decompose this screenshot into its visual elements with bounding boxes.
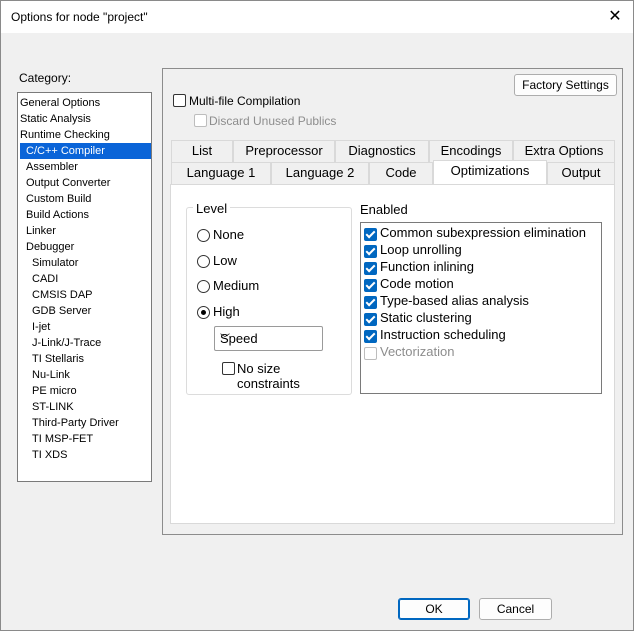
multifile-compilation-label: Multi-file Compilation — [189, 94, 301, 108]
category-item-gdb-server[interactable]: GDB Server — [20, 303, 163, 319]
category-item-custom-build[interactable]: Custom Build — [20, 191, 157, 207]
level-none-radio[interactable] — [197, 229, 210, 242]
tab-output[interactable]: Output — [547, 162, 615, 184]
chevron-down-icon: ﹀ — [220, 334, 230, 345]
optimization-goal-select[interactable]: Speed ﹀ — [214, 326, 323, 351]
tab-language-2[interactable]: Language 2 — [271, 162, 369, 184]
function-inlining-checkbox[interactable] — [364, 262, 377, 275]
level-low-label: Low — [213, 253, 237, 268]
category-item-i-jet[interactable]: I-jet — [20, 319, 163, 335]
tab-optimizations[interactable]: Optimizations — [433, 160, 547, 184]
category-item-linker[interactable]: Linker — [20, 223, 157, 239]
category-item-assembler[interactable]: Assembler — [20, 159, 157, 175]
tab-language-1[interactable]: Language 1 — [171, 162, 271, 184]
category-item-debugger[interactable]: Debugger — [20, 239, 157, 255]
level-medium-label: Medium — [213, 278, 260, 293]
no-size-constraints-checkbox[interactable] — [222, 362, 235, 375]
category-item-st-link[interactable]: ST-LINK — [20, 399, 163, 415]
category-item-runtime-checking[interactable]: Runtime Checking — [20, 127, 151, 143]
discard-unused-publics-checkbox[interactable] — [194, 114, 207, 127]
tab-list[interactable]: List — [171, 140, 233, 162]
category-item-jlink[interactable]: J-Link/J-Trace — [20, 335, 163, 351]
tab-diagnostics[interactable]: Diagnostics — [335, 140, 429, 162]
category-item-static-analysis[interactable]: Static Analysis — [20, 111, 151, 127]
factory-settings-button[interactable]: Factory Settings — [514, 74, 617, 96]
discard-unused-publics-label: Discard Unused Publics — [209, 114, 337, 128]
tab-encodings[interactable]: Encodings — [429, 140, 513, 162]
category-item-cpp-compiler[interactable]: C/C++ Compiler — [20, 143, 151, 159]
code-motion-checkbox[interactable] — [364, 279, 377, 292]
title-bar: Options for node "project" ✕ — [1, 1, 633, 33]
enabled-title: Enabled — [360, 202, 408, 217]
tab-code[interactable]: Code — [369, 162, 433, 184]
category-list[interactable]: General Options Static Analysis Runtime … — [17, 92, 152, 482]
no-size-constraints-label: No size constraints — [237, 361, 300, 391]
category-item-output-converter[interactable]: Output Converter — [20, 175, 157, 191]
category-item-ti-xds[interactable]: TI XDS — [20, 447, 163, 463]
options-dialog: Options for node "project" ✕ Category: G… — [0, 0, 634, 631]
level-none-label: None — [213, 227, 245, 242]
tab-extra-options[interactable]: Extra Options — [513, 140, 615, 162]
enabled-transformations-list: Common subexpression elimination Loop un… — [360, 222, 602, 394]
type-based-alias-checkbox[interactable] — [364, 296, 377, 309]
category-item-pe-micro[interactable]: PE micro — [20, 383, 163, 399]
category-item-ti-stellaris[interactable]: TI Stellaris — [20, 351, 163, 367]
dialog-title: Options for node "project" — [11, 10, 148, 24]
category-item-cadi[interactable]: CADI — [20, 271, 163, 287]
level-group-title: Level — [193, 201, 231, 216]
category-label: Category: — [19, 71, 72, 85]
close-icon[interactable]: ✕ — [605, 7, 625, 27]
multifile-compilation-checkbox[interactable] — [173, 94, 186, 107]
level-medium-radio[interactable] — [197, 280, 210, 293]
category-item-build-actions[interactable]: Build Actions — [20, 207, 157, 223]
category-item-general-options[interactable]: General Options — [20, 95, 151, 111]
category-item-simulator[interactable]: Simulator — [20, 255, 163, 271]
static-clustering-checkbox[interactable] — [364, 313, 377, 326]
category-item-ti-msp-fet[interactable]: TI MSP-FET — [20, 431, 163, 447]
tab-preprocessor[interactable]: Preprocessor — [233, 140, 335, 162]
cancel-button[interactable]: Cancel — [479, 598, 552, 620]
category-item-cmsis-dap[interactable]: CMSIS DAP — [20, 287, 163, 303]
level-high-label: High — [213, 304, 240, 319]
category-item-third-party-driver[interactable]: Third-Party Driver — [20, 415, 163, 431]
loop-unrolling-checkbox[interactable] — [364, 245, 377, 258]
category-item-nu-link[interactable]: Nu-Link — [20, 367, 163, 383]
cse-checkbox[interactable] — [364, 228, 377, 241]
instruction-scheduling-checkbox[interactable] — [364, 330, 377, 343]
ok-button[interactable]: OK — [398, 598, 470, 620]
vectorization-checkbox[interactable] — [364, 347, 377, 360]
level-low-radio[interactable] — [197, 255, 210, 268]
level-high-radio[interactable] — [197, 306, 210, 319]
